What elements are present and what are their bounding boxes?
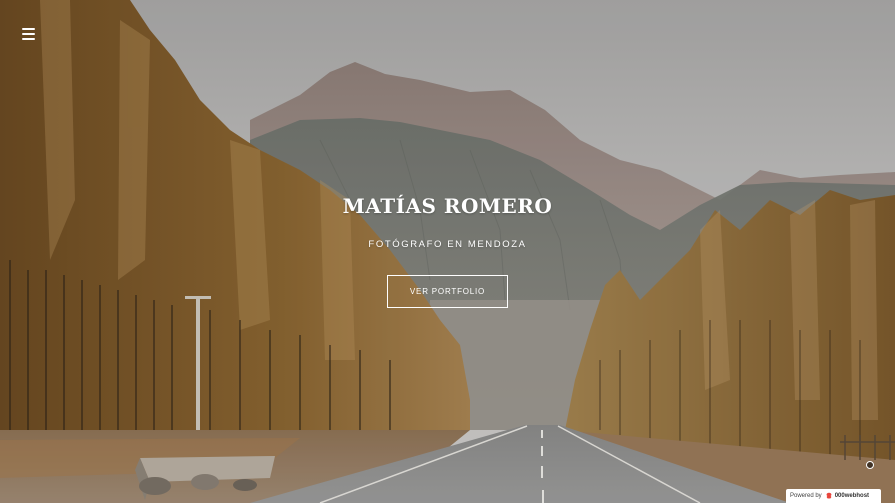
powered-by-label: Powered by: [790, 493, 822, 499]
hero-overlay: [0, 0, 895, 503]
site-title: MATÍAS ROMERO: [342, 194, 553, 218]
menu-bar: [22, 28, 35, 30]
hero-section: MATÍAS ROMERO FOTÓGRAFO EN MENDOZA VER P…: [0, 0, 895, 503]
hamburger-menu-icon[interactable]: [22, 26, 40, 42]
webhost-logo-icon: [826, 492, 832, 499]
menu-bar: [22, 33, 35, 35]
menu-bar: [22, 38, 35, 40]
view-portfolio-button-label: VER PORTFOLIO: [409, 287, 486, 296]
webhost-brand-label: 000webhost: [834, 493, 870, 499]
view-portfolio-button[interactable]: VER PORTFOLIO: [387, 275, 508, 308]
powered-by-badge[interactable]: Powered by 000webhost: [786, 489, 881, 503]
site-subtitle: FOTÓGRAFO EN MENDOZA: [368, 239, 527, 250]
scroll-indicator-dot[interactable]: [866, 461, 874, 469]
